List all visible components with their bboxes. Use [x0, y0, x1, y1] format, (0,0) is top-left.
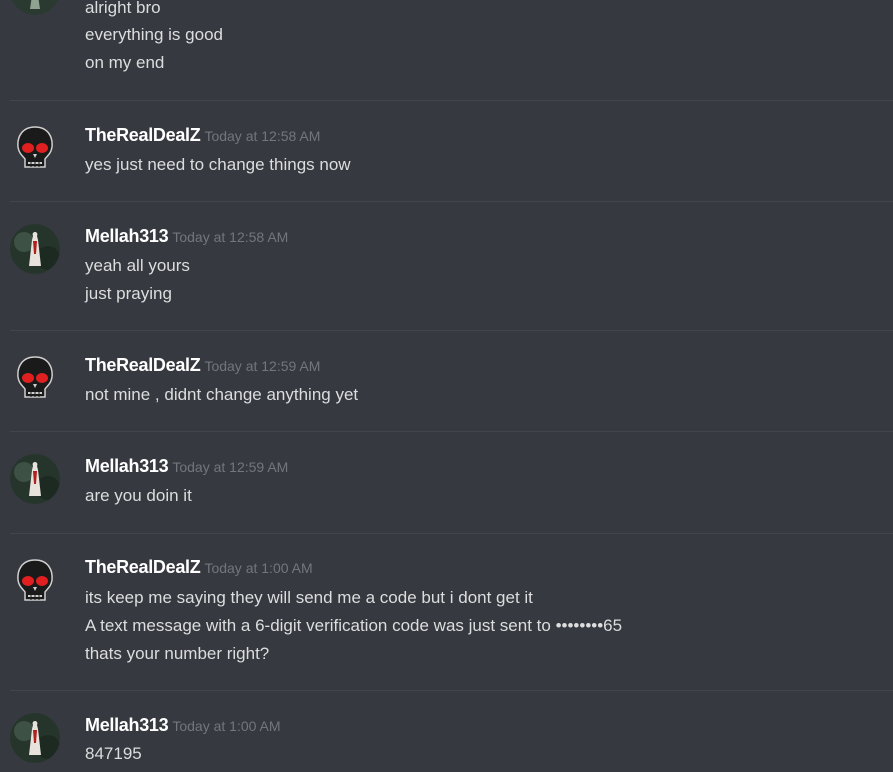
timestamp[interactable]: Today at 12:58 AM	[172, 229, 288, 245]
message-line: not mine , didnt change anything yet	[85, 385, 359, 404]
message-line: on my end	[85, 53, 165, 72]
message-line: alright bro	[85, 0, 161, 17]
figure-avatar[interactable]	[10, 713, 60, 763]
message-header: TheRealDealZ Today at 1:00 AM	[85, 557, 313, 581]
timestamp[interactable]: Today at 12:59 AM	[204, 358, 320, 374]
timestamp[interactable]: Today at 1:00 AM	[204, 560, 312, 576]
message-divider	[10, 533, 893, 534]
message-line: are you doin it	[85, 486, 192, 505]
skull-avatar[interactable]	[10, 353, 60, 403]
message-header: Mellah313 Today at 12:59 AM	[85, 456, 288, 480]
skull-avatar[interactable]	[10, 556, 60, 606]
skull-avatar[interactable]	[10, 123, 60, 173]
message-divider	[10, 330, 893, 331]
username[interactable]: Mellah313	[85, 715, 169, 735]
message-line: A text message with a 6-digit verificati…	[85, 616, 623, 635]
message-divider	[10, 100, 893, 101]
message-divider	[10, 690, 893, 691]
timestamp[interactable]: Today at 1:00 AM	[172, 718, 280, 734]
figure-avatar[interactable]	[10, 224, 60, 274]
message-line: just praying	[85, 284, 172, 303]
message-header: Mellah313 Today at 1:00 AM	[85, 715, 281, 739]
message-divider	[10, 201, 893, 202]
username[interactable]: TheRealDealZ	[85, 355, 201, 375]
message-line: yeah all yours	[85, 256, 190, 275]
timestamp[interactable]: Today at 12:59 AM	[172, 459, 288, 475]
chat-messages: alright bro everything is good on my end…	[0, 0, 893, 772]
message-header: TheRealDealZ Today at 12:58 AM	[85, 125, 320, 149]
username[interactable]: TheRealDealZ	[85, 125, 201, 145]
message-line: 847195	[85, 744, 142, 763]
message-header: TheRealDealZ Today at 12:59 AM	[85, 355, 320, 379]
figure-avatar[interactable]	[10, 0, 60, 15]
timestamp[interactable]: Today at 12:58 AM	[204, 128, 320, 144]
username[interactable]: Mellah313	[85, 226, 169, 246]
message-header: Mellah313 Today at 12:58 AM	[85, 226, 288, 250]
message-line: everything is good	[85, 25, 223, 44]
username[interactable]: TheRealDealZ	[85, 557, 201, 577]
figure-avatar[interactable]	[10, 454, 60, 504]
username[interactable]: Mellah313	[85, 456, 169, 476]
message-divider	[10, 431, 893, 432]
message-line: yes just need to change things now	[85, 155, 351, 174]
message-line: thats your number right?	[85, 644, 270, 663]
message-line: its keep me saying they will send me a c…	[85, 588, 533, 607]
